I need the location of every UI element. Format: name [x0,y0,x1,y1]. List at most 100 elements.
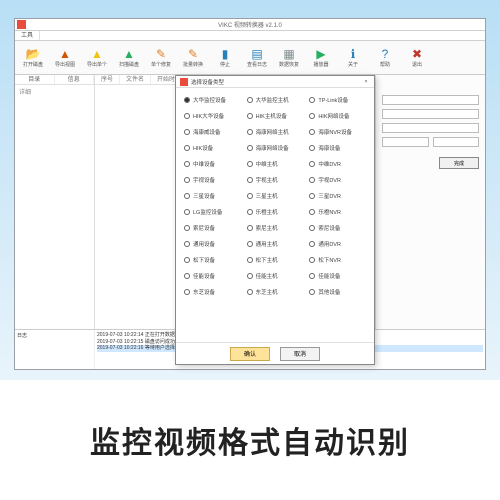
close-icon[interactable]: × [360,76,372,88]
radio-icon [247,97,253,103]
tool-3[interactable]: ▲扫描磁盘 [115,43,143,73]
tool-1[interactable]: ▲导出视图 [51,43,79,73]
format-option[interactable]: 索尼设备 [184,222,241,234]
option-label: 海康网络设备 [256,144,289,152]
tool-7[interactable]: ▤查看日志 [243,43,271,73]
tool-0[interactable]: 📂打开磁盘 [19,43,47,73]
format-option[interactable]: 东芝设备 [184,286,241,298]
format-option[interactable]: HIK网络设备 [309,110,366,122]
tool-5[interactable]: ✎批量转换 [179,43,207,73]
format-option[interactable]: 大华监控主机 [247,94,304,106]
option-label: 宇视设备 [193,176,215,184]
format-option[interactable]: 中维主机 [247,158,304,170]
tool-11[interactable]: ?帮助 [371,43,399,73]
format-option[interactable]: HIK主机设备 [247,110,304,122]
format-option[interactable]: 三星DVR [309,190,366,202]
tool-icon: ? [377,46,393,62]
tool-label: 批量转换 [183,63,203,69]
format-option[interactable]: 索尼主机 [247,222,304,234]
tool-9[interactable]: ▶播放器 [307,43,335,73]
ok-button[interactable]: 确认 [230,347,270,361]
radio-icon [247,209,253,215]
option-label: 中维设备 [193,160,215,168]
side-tab-tree[interactable]: 目录 [15,75,55,84]
field-4b[interactable] [433,137,480,147]
option-label: HIK主机设备 [256,112,287,120]
format-option[interactable]: 海康威设备 [184,126,241,138]
tool-10[interactable]: ℹ关于 [339,43,367,73]
radio-icon [247,193,253,199]
format-option[interactable]: 索尼设备 [309,222,366,234]
format-option[interactable]: 佳能主机 [247,270,304,282]
option-label: 海康威设备 [193,128,221,136]
radio-icon [247,177,253,183]
radio-icon [184,113,190,119]
format-option[interactable]: 宇视主机 [247,174,304,186]
option-label: 佳能主机 [256,272,278,280]
tool-icon: ▮ [217,46,233,62]
tool-4[interactable]: ✎单个修复 [147,43,175,73]
tool-icon: ✎ [153,46,169,62]
format-option[interactable]: 宇视DVR [309,174,366,186]
option-label: 索尼设备 [193,224,215,232]
format-option[interactable]: 东芝主机 [247,286,304,298]
tool-2[interactable]: ▲导出单个 [83,43,111,73]
format-option[interactable]: 佳能设备 [184,270,241,282]
format-option[interactable]: 乐橙NVR [309,206,366,218]
option-label: TP-Link设备 [318,96,348,104]
format-option[interactable]: HIK大华设备 [184,110,241,122]
format-option[interactable]: 通用设备 [184,238,241,250]
option-label: 佳能设备 [193,272,215,280]
format-option[interactable]: 宇视设备 [184,174,241,186]
field-1[interactable] [382,95,479,105]
format-option[interactable]: 松下NVR [309,254,366,266]
format-option[interactable]: 松下设备 [184,254,241,266]
option-label: 宇视DVR [318,176,341,184]
tool-6[interactable]: ▮停止 [211,43,239,73]
tool-8[interactable]: ▦数据恢复 [275,43,303,73]
radio-icon [247,241,253,247]
option-label: 索尼主机 [256,224,278,232]
format-option[interactable]: 三星主机 [247,190,304,202]
format-option[interactable]: LG监控设备 [184,206,241,218]
radio-icon [309,209,315,215]
cancel-button[interactable]: 取消 [280,347,320,361]
option-label: 中维主机 [256,160,278,168]
option-label: 海康网络主机 [256,128,289,136]
option-label: 东芝设备 [193,288,215,296]
field-4a[interactable] [382,137,429,147]
format-option[interactable]: 中维DVR [309,158,366,170]
option-label: 海康设备 [318,144,340,152]
format-option[interactable]: 佳能设备 [309,270,366,282]
field-3[interactable] [382,123,479,133]
caption: 监控视频格式自动识别 [0,380,500,500]
radio-icon [247,113,253,119]
format-option[interactable]: 中维设备 [184,158,241,170]
format-option[interactable]: 乐橙主机 [247,206,304,218]
format-option[interactable]: 通用DVR [309,238,366,250]
format-option[interactable]: 海康NVR设备 [309,126,366,138]
tool-icon: ▤ [249,46,265,62]
option-label: 中维DVR [318,160,341,168]
format-option[interactable]: 松下主机 [247,254,304,266]
format-option[interactable]: HIK设备 [184,142,241,154]
format-option[interactable]: 海康设备 [309,142,366,154]
option-label: LG监控设备 [193,208,222,216]
format-option[interactable]: 海康网络设备 [247,142,304,154]
option-label: 大华监控主机 [256,96,289,104]
tab-tools[interactable]: 工具 [15,31,40,40]
format-option[interactable]: TP-Link设备 [309,94,366,106]
tool-icon: ▲ [89,46,105,62]
tool-label: 导出单个 [87,63,107,69]
apply-button[interactable]: 完成 [439,157,479,169]
radio-icon [184,257,190,263]
format-option[interactable]: 大华监控设备 [184,94,241,106]
tool-12[interactable]: ✖退出 [403,43,431,73]
field-2[interactable] [382,109,479,119]
format-option[interactable]: 海康网络主机 [247,126,304,138]
format-option[interactable]: 其他设备 [309,286,366,298]
dialog-icon [180,78,188,86]
format-option[interactable]: 三星设备 [184,190,241,202]
format-option[interactable]: 通用主机 [247,238,304,250]
side-tab-info[interactable]: 信息 [55,75,95,84]
